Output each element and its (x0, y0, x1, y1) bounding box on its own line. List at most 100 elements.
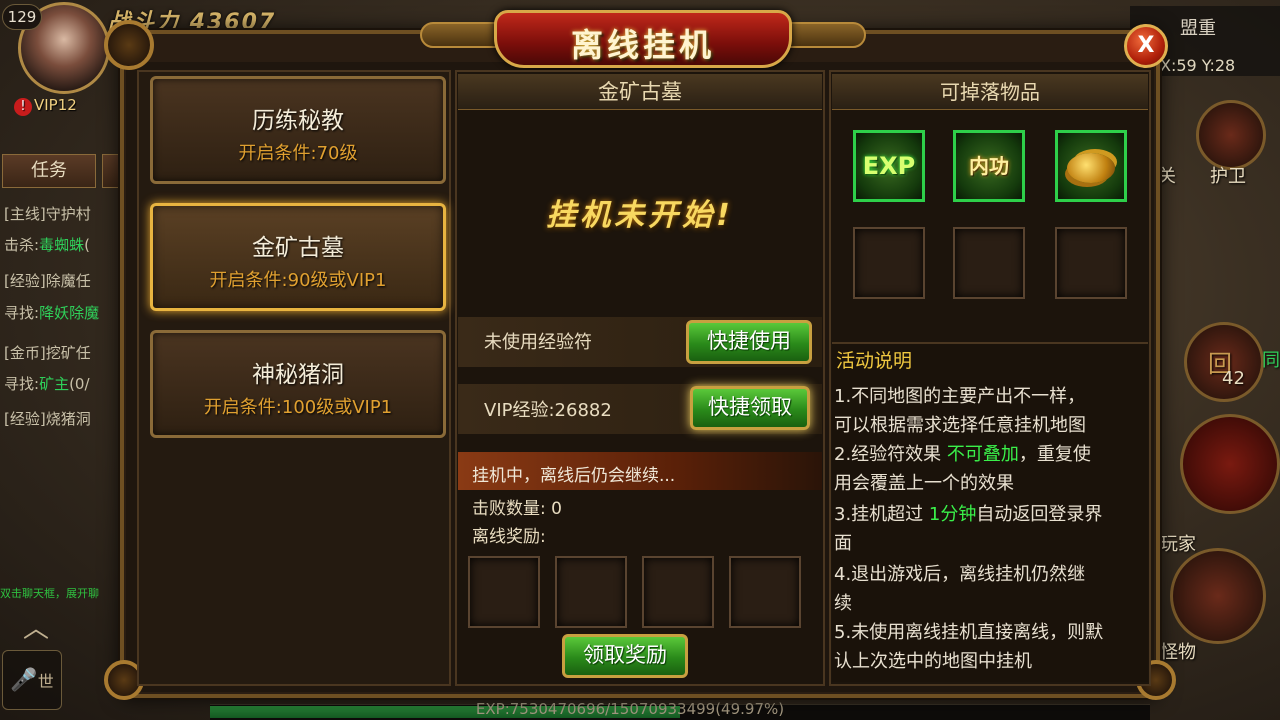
quest-line[interactable]: [经验]烧猪洞 (4, 408, 124, 429)
exp-text: EXP:7530470696/15070933499(49.97%) (475, 700, 785, 718)
guard-label: 护卫 (1210, 166, 1246, 187)
map-item-lilian[interactable]: 历练秘教 开启条件:70级 (150, 76, 446, 184)
quest-prefix: 击杀: (4, 236, 40, 254)
map-condition: 开启条件:90级或VIP1 (209, 270, 387, 291)
tong-label: 同 (1262, 350, 1280, 371)
drop-label: 内功 (969, 154, 1009, 178)
quest-tag: [金币] (4, 344, 46, 362)
kill-count: 击败数量: 0 (472, 499, 562, 519)
vip-label: VIP12 (34, 96, 77, 114)
quest-line[interactable]: [经验]除魔任 (4, 270, 124, 291)
reward-slot[interactable] (468, 556, 540, 628)
coordinates: X:59 Y:28 (1160, 56, 1236, 75)
voice-chat-button[interactable]: 🎤世 (2, 650, 62, 710)
mic-icon: 🎤 (10, 668, 38, 693)
attack-button[interactable] (1180, 414, 1280, 514)
guild-name: 盟重 (1180, 18, 1216, 39)
quick-use-button[interactable]: 快捷使用 (686, 320, 812, 364)
desc-line: 5.未使用离线挂机直接离线，则默 (834, 622, 1104, 643)
quest-text: 烧猪洞 (45, 410, 91, 428)
map-condition: 开启条件:70级 (238, 143, 358, 164)
quest-rest: (0/ (69, 375, 90, 393)
desc-line: 可以根据需求选择任意挂机地图 (834, 415, 1086, 436)
quest-target: 矿主 (39, 375, 70, 393)
quest-line[interactable]: [主线]守护村 (4, 203, 124, 224)
desc-line: 4.退出游戏后，离线挂机仍然继 (834, 564, 1086, 585)
reward-slot[interactable] (555, 556, 627, 628)
vip-exp-label: VIP经验:26882 (484, 400, 612, 421)
mic-label: 世 (37, 672, 54, 691)
map-name: 神秘猪洞 (252, 362, 344, 388)
desc-line: 1.不同地图的主要产出不一样， (834, 386, 1086, 407)
corner-ornament-icon (104, 20, 154, 70)
quest-text: 除魔任 (45, 272, 91, 290)
quest-prefix: 寻找: (4, 304, 40, 322)
drop-slot[interactable] (1055, 227, 1127, 299)
players-label: 玩家 (1160, 534, 1196, 555)
drop-slot[interactable] (853, 227, 925, 299)
dialog-title: 离线挂机 (570, 26, 715, 64)
coin-icon (1067, 153, 1115, 183)
afk-status: 挂机未开始! (546, 198, 734, 233)
map-name: 历练秘教 (252, 108, 344, 134)
desc-line: 3.挂机超过 1分钟自动返回登录界 (834, 500, 1138, 529)
map-item-zhudong[interactable]: 神秘猪洞 开启条件:100级或VIP1 (150, 330, 446, 438)
close-button[interactable]: X (1124, 24, 1168, 68)
quest-tag: [经验] (4, 272, 46, 290)
chat-hint: 双击聊天框，展开聊 (0, 587, 99, 600)
desc-line: 用会覆盖上一个的效果 (834, 473, 1014, 494)
desc-line: 面 (834, 533, 852, 554)
target-monster-button[interactable] (1170, 548, 1266, 644)
desc-text: 2.经验符效果 (834, 444, 942, 465)
quest-line[interactable]: 击杀:毒蜘蛛( (4, 234, 124, 255)
selected-map-title: 金矿古墓 (458, 74, 822, 110)
drop-slot[interactable] (953, 227, 1025, 299)
desc-text: 3.挂机超过 (834, 504, 924, 525)
vip-badge[interactable]: ! VIP12 (14, 96, 77, 116)
player-level: 129 (2, 4, 42, 30)
quest-tag: [主线] (4, 205, 46, 223)
map-name: 金矿古墓 (252, 235, 344, 261)
quest-text: 守护村 (45, 205, 91, 223)
return-count: 42 (1222, 368, 1245, 389)
quest-line[interactable]: 寻找:降妖除魔 (4, 302, 124, 323)
reward-slot[interactable] (642, 556, 714, 628)
drops-title: 可掉落物品 (832, 74, 1148, 110)
afk-running-text: 挂机中，离线后仍会继续... (472, 466, 676, 486)
quest-rest: ( (84, 236, 90, 254)
quest-text: 挖矿任 (45, 344, 91, 362)
exp-icon[interactable]: EXP (853, 130, 925, 202)
desc-text: 自动返回登录界 (976, 504, 1103, 525)
monster-label: 怪物 (1160, 642, 1196, 663)
desc-line: 2.经验符效果 不可叠加，重复使 (834, 440, 1138, 469)
exp-scroll-label: 未使用经验符 (484, 332, 592, 353)
desc-text: ，重复使 (1018, 444, 1091, 465)
pass-label: 关 (1158, 166, 1176, 187)
close-icon: X (1137, 33, 1155, 58)
quest-target: 降妖除魔 (39, 304, 100, 322)
offline-reward-label: 离线奖励: (472, 527, 546, 547)
quest-tag: [经验] (4, 410, 46, 428)
quest-line[interactable]: [金币]挖矿任 (4, 342, 124, 363)
drop-label: EXP (862, 152, 916, 180)
map-condition: 开启条件:100级或VIP1 (203, 397, 393, 418)
guard-button[interactable] (1196, 100, 1266, 170)
tab-team[interactable] (102, 154, 122, 188)
quest-line[interactable]: 寻找:矿主(0/ (4, 373, 124, 394)
neigong-icon[interactable]: 内功 (953, 130, 1025, 202)
desc-line: 认上次选中的地图中挂机 (834, 651, 1032, 672)
tab-task[interactable]: 任务 (2, 154, 96, 188)
chevron-up-icon[interactable]: ︿ (6, 608, 66, 644)
gold-coins-icon[interactable] (1055, 130, 1127, 202)
desc-line: 续 (834, 593, 852, 614)
quest-target: 毒蜘蛛 (39, 236, 85, 254)
map-item-jinkuang[interactable]: 金矿古墓 开启条件:90级或VIP1 (150, 203, 446, 311)
desc-highlight: 1分钟 (928, 504, 977, 525)
claim-reward-button[interactable]: 领取奖励 (562, 634, 688, 678)
reward-slot[interactable] (729, 556, 801, 628)
desc-highlight: 不可叠加 (946, 444, 1019, 465)
alert-icon: ! (14, 98, 32, 116)
quest-prefix: 寻找: (4, 375, 40, 393)
quick-claim-button[interactable]: 快捷领取 (690, 386, 810, 430)
activity-description-title: 活动说明 (836, 350, 913, 372)
